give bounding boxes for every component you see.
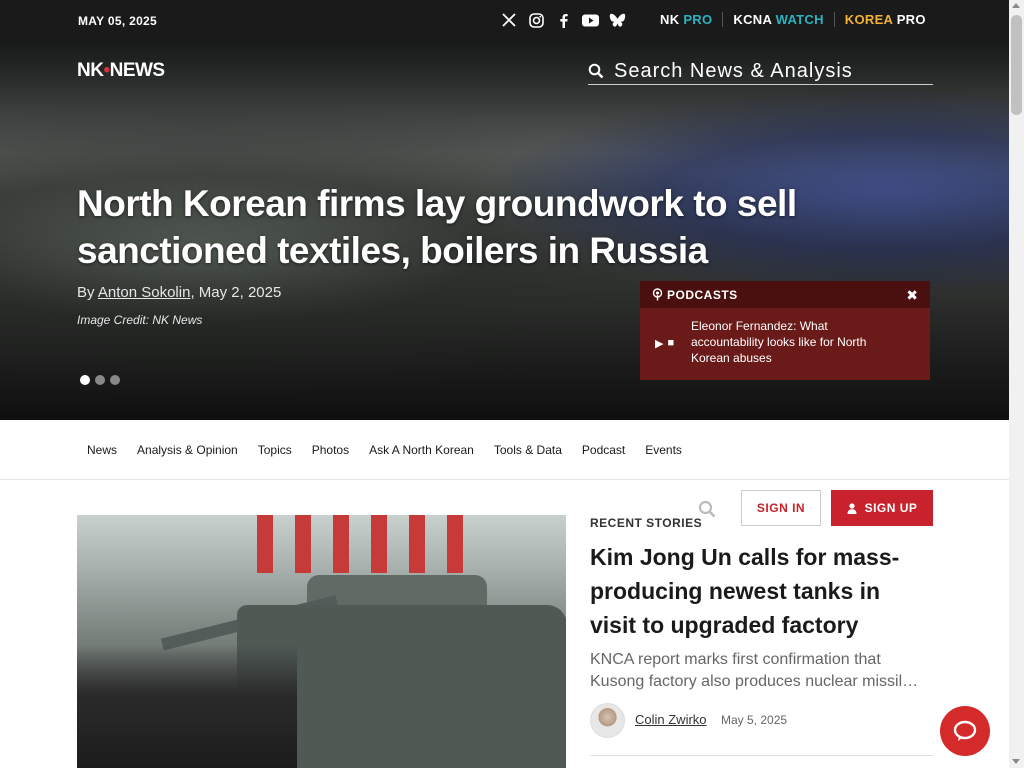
- hero-author-link[interactable]: Anton Sokolin: [98, 284, 191, 301]
- social-links: [500, 11, 626, 29]
- podcast-header: PODCASTS: [640, 281, 930, 308]
- podcast-episode-title[interactable]: Eleonor Fernandez: What accountability l…: [691, 318, 901, 366]
- podcast-controls: ▶ ■: [655, 337, 674, 350]
- slide-dot[interactable]: [95, 375, 105, 385]
- hero-headline[interactable]: North Korean firms lay groundwork to sel…: [77, 180, 837, 274]
- avatar[interactable]: [590, 703, 625, 738]
- chat-icon: [953, 720, 977, 741]
- photo-banners: [257, 515, 537, 575]
- podcast-widget: PODCASTS ✖ ▶ ■ Eleonor Fernandez: What a…: [640, 281, 930, 380]
- x-icon[interactable]: [500, 11, 518, 29]
- facebook-icon[interactable]: [554, 11, 572, 29]
- user-icon: [847, 502, 857, 514]
- story-author-link[interactable]: Colin Zwirko: [635, 712, 707, 727]
- microphone-icon: [652, 288, 663, 301]
- story-summary: KNCA report marks first confirmation tha…: [590, 651, 919, 690]
- nav-item-ask[interactable]: Ask A North Korean: [369, 443, 474, 457]
- nk-pro-link[interactable]: NK PRO: [660, 12, 722, 27]
- brand-links: NK PRO KCNA WATCH KOREA PRO: [660, 12, 936, 27]
- image-credit: Image Credit: NK News: [77, 313, 203, 327]
- kcna-watch-link[interactable]: KCNA WATCH: [722, 12, 833, 27]
- divider: [590, 755, 933, 756]
- page: MAY 05, 2025 NK PRO KCNA WATCH KOREA PRO…: [0, 0, 1009, 768]
- story-title[interactable]: Kim Jong Un calls for mass-producing new…: [590, 540, 930, 642]
- recent-stories-label: RECENT STORIES: [590, 516, 703, 530]
- korea-pro-link[interactable]: KOREA PRO: [833, 12, 936, 27]
- nav-item-topics[interactable]: Topics: [258, 443, 292, 457]
- sign-in-button[interactable]: SIGN IN: [741, 490, 821, 526]
- scroll-down-icon[interactable]: [1012, 759, 1020, 764]
- photo-people: [77, 645, 297, 768]
- scrollbar[interactable]: [1009, 0, 1024, 768]
- top-bar: MAY 05, 2025 NK PRO KCNA WATCH KOREA PRO: [0, 0, 1009, 40]
- play-icon[interactable]: ▶: [655, 337, 663, 350]
- nav-item-tools[interactable]: Tools & Data: [494, 443, 562, 457]
- stop-icon[interactable]: ■: [667, 337, 674, 350]
- nav-item-photos[interactable]: Photos: [312, 443, 349, 457]
- sign-up-button[interactable]: SIGN UP: [831, 490, 933, 526]
- nav-item-events[interactable]: Events: [645, 443, 682, 457]
- story-date: May 5, 2025: [721, 713, 788, 727]
- site-logo[interactable]: NK•NEWS: [77, 60, 165, 82]
- story-photo[interactable]: [77, 515, 566, 768]
- search-input[interactable]: Search News & Analysis: [588, 58, 933, 85]
- nav-item-podcast[interactable]: Podcast: [582, 443, 625, 457]
- bluesky-icon[interactable]: [608, 11, 626, 29]
- search-placeholder: Search News & Analysis: [614, 59, 853, 82]
- nav-item-analysis[interactable]: Analysis & Opinion: [137, 443, 238, 457]
- scrollbar-thumb[interactable]: [1011, 15, 1022, 115]
- nav-item-news[interactable]: News: [87, 443, 117, 457]
- main-nav: News Analysis & Opinion Topics Photos As…: [0, 420, 1009, 480]
- instagram-icon[interactable]: [527, 11, 545, 29]
- chat-button[interactable]: [940, 706, 990, 756]
- slide-dot[interactable]: [110, 375, 120, 385]
- current-date: MAY 05, 2025: [78, 14, 157, 28]
- youtube-icon[interactable]: [581, 11, 599, 29]
- close-icon[interactable]: ✖: [906, 287, 918, 304]
- scroll-up-icon[interactable]: [1012, 3, 1020, 8]
- search-icon: [588, 63, 604, 79]
- slide-indicators: [80, 375, 120, 385]
- hero-byline: By Anton Sokolin, May 2, 2025: [77, 284, 282, 301]
- slide-dot[interactable]: [80, 375, 90, 385]
